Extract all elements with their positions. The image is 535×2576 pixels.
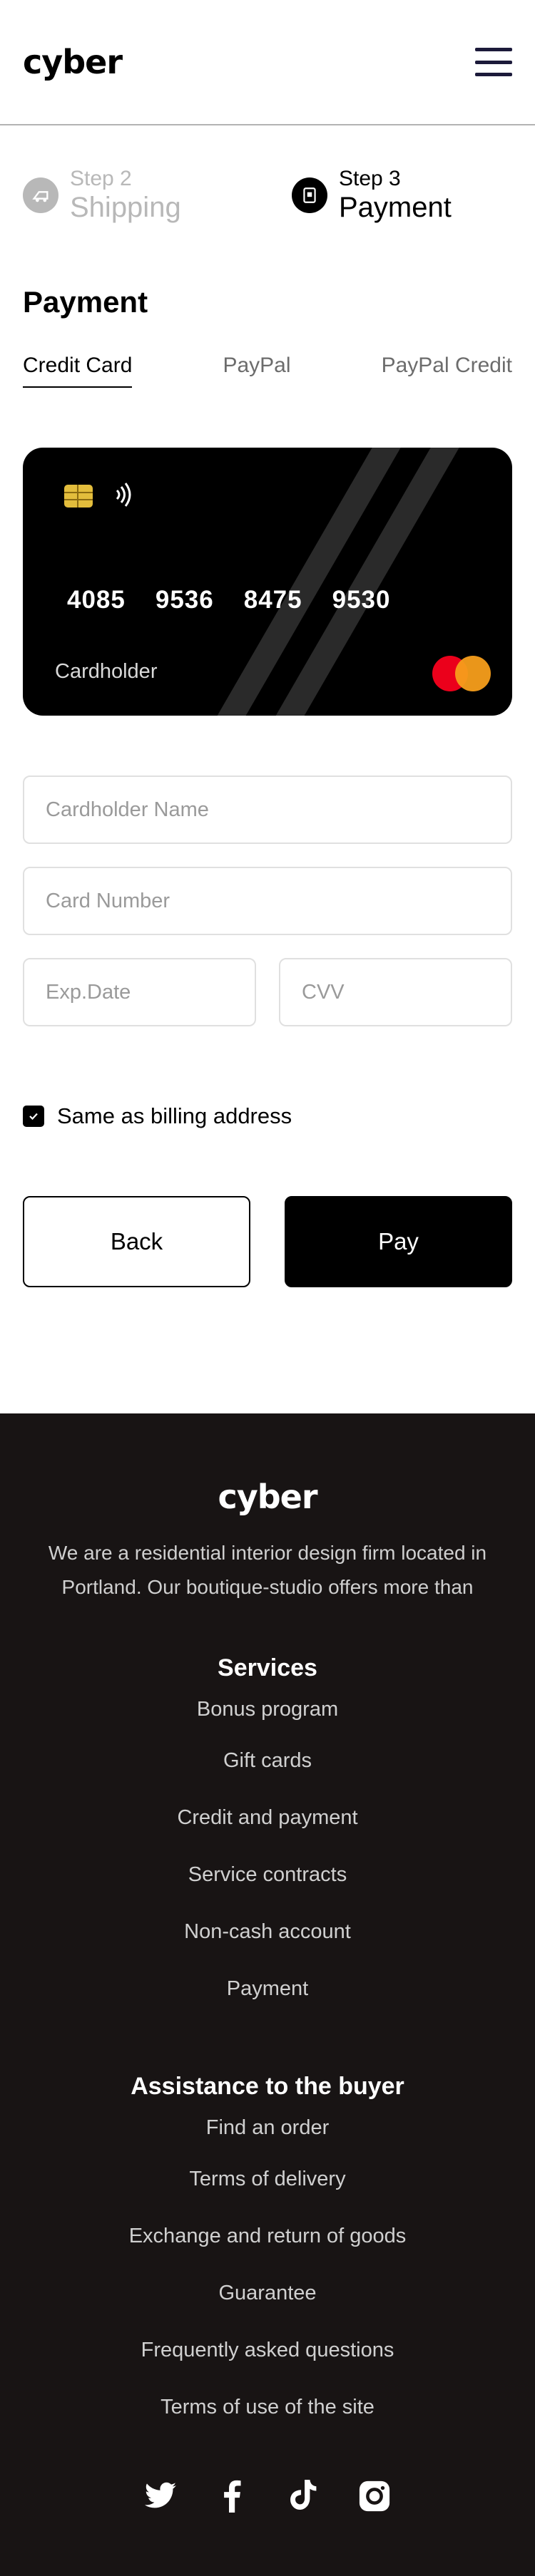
card-number-group: 4085 (67, 586, 126, 614)
site-header: cyber (0, 0, 535, 125)
footer-link[interactable]: Gift cards (0, 1732, 535, 1789)
facebook-icon[interactable] (214, 2478, 250, 2514)
site-footer: cyber We are a residential interior desi… (0, 1413, 535, 2576)
footer-link[interactable]: Terms of delivery (0, 2150, 535, 2207)
check-icon (29, 1113, 38, 1120)
billing-address-option: Same as billing address (0, 1103, 535, 1129)
pay-button[interactable]: Pay (285, 1196, 512, 1287)
footer-link[interactable]: Guarantee (0, 2265, 535, 2322)
assistance-list: Find an order Terms of delivery Exchange… (0, 2105, 535, 2436)
card-number-group: 8475 (243, 586, 302, 614)
services-list: Bonus program Gift cards Credit and paym… (0, 1686, 535, 2017)
footer-link[interactable]: Payment (0, 1960, 535, 2017)
card-number-field[interactable] (23, 867, 512, 935)
footer-link[interactable]: Exchange and return of goods (0, 2207, 535, 2265)
step-number: Step 2 (70, 167, 132, 190)
assistance-heading: Assistance to the buyer (131, 2073, 404, 2100)
action-buttons: Back Pay (0, 1196, 535, 1287)
card-holder-label: Cardholder (55, 660, 158, 683)
step-label: Payment (339, 192, 452, 223)
contactless-icon (114, 480, 133, 512)
credit-card-preview: 4085 9536 8475 9530 Cardholder (23, 448, 512, 716)
card-number-group: 9536 (155, 586, 214, 614)
shipping-step-icon (23, 177, 58, 213)
footer-link[interactable]: Bonus program (0, 1686, 535, 1732)
footer-link[interactable]: Frequently asked questions (0, 2322, 535, 2379)
exp-date-field[interactable] (23, 958, 256, 1026)
payment-method-tabs: Credit Card PayPal PayPal Credit (0, 354, 535, 388)
checkout-page: cyber Step 2 Shipping Step 3 Payment Pay… (0, 0, 535, 2576)
menu-icon[interactable] (475, 48, 512, 76)
step-number: Step 3 (339, 167, 401, 190)
cvv-field[interactable] (279, 958, 512, 1026)
billing-checkbox[interactable] (23, 1106, 44, 1127)
payment-step-icon (292, 177, 327, 213)
footer-link[interactable]: Terms of use of the site (0, 2379, 535, 2436)
services-heading: Services (218, 1654, 317, 1681)
footer-link[interactable]: Find an order (0, 2105, 535, 2150)
footer-link[interactable]: Credit and payment (0, 1789, 535, 1846)
footer-logo[interactable]: cyber (0, 1478, 535, 1516)
back-button[interactable]: Back (23, 1196, 250, 1287)
twitter-icon[interactable] (143, 2478, 178, 2514)
social-links (0, 2478, 535, 2514)
card-chip-icon (64, 485, 93, 508)
instagram-icon[interactable] (357, 2478, 392, 2514)
step-shipping[interactable]: Step 2 Shipping (23, 165, 268, 225)
card-number: 4085 9536 8475 9530 (67, 586, 391, 614)
tab-paypal[interactable]: PayPal (223, 354, 290, 388)
step-payment[interactable]: Step 3 Payment (268, 165, 512, 225)
cardholder-name-field[interactable] (23, 776, 512, 844)
card-number-group: 9530 (332, 586, 391, 614)
mastercard-logo-icon (432, 656, 491, 691)
tab-paypal-credit[interactable]: PayPal Credit (382, 354, 512, 388)
tiktok-icon[interactable] (285, 2478, 321, 2514)
card-form (0, 776, 535, 1049)
billing-checkbox-label[interactable]: Same as billing address (57, 1103, 292, 1129)
footer-link[interactable]: Non-cash account (0, 1903, 535, 1960)
footer-description: We are a residential interior design fir… (48, 1542, 487, 1598)
checkout-steps: Step 2 Shipping Step 3 Payment (0, 125, 535, 225)
logo[interactable]: cyber (23, 43, 123, 81)
step-label: Shipping (70, 192, 181, 223)
tab-credit-card[interactable]: Credit Card (23, 354, 133, 388)
payment-title: Payment (23, 285, 148, 319)
footer-link[interactable]: Service contracts (0, 1846, 535, 1903)
